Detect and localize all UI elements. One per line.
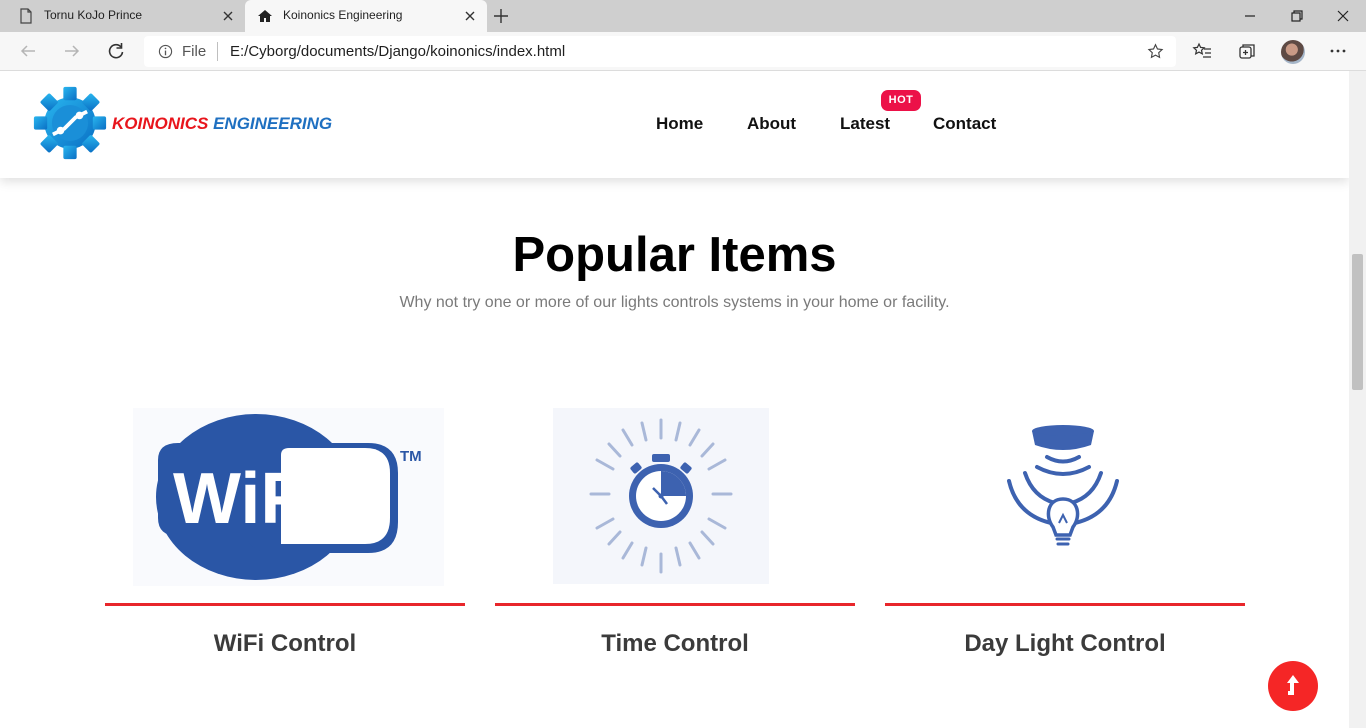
card-divider xyxy=(885,603,1245,606)
card-divider xyxy=(105,603,465,606)
scrollbar-thumb[interactable] xyxy=(1352,254,1363,390)
tab-tornu-kojo[interactable]: Tornu KoJo Prince xyxy=(0,0,245,32)
hot-badge: HOT xyxy=(881,90,921,111)
address-bar[interactable]: File E:/Cyborg/documents/Django/koinonic… xyxy=(144,36,1176,67)
forward-icon[interactable] xyxy=(62,41,82,61)
minimize-icon[interactable] xyxy=(1240,6,1260,26)
site-logo-text[interactable]: KOINONICS ENGINEERING xyxy=(112,114,332,134)
home-icon xyxy=(258,10,272,22)
arrow-up-icon xyxy=(1287,675,1299,695)
gear-logo-icon[interactable] xyxy=(32,85,108,161)
site-header: KOINONICS ENGINEERING Home About Latest … xyxy=(0,71,1349,178)
daylight-sensor-image xyxy=(983,411,1143,581)
logo-text-part2: ENGINEERING xyxy=(213,114,333,133)
refresh-icon[interactable] xyxy=(106,41,126,61)
card-title-wifi: WiFi Control xyxy=(213,630,357,657)
url-text[interactable]: E:/Cyborg/documents/Django/koinonics/ind… xyxy=(230,43,565,60)
profile-avatar[interactable] xyxy=(1281,40,1305,64)
page-icon xyxy=(20,8,32,24)
wifi-image: WiFi TM xyxy=(133,408,444,586)
section-subtitle: Why not try one or more of our lights co… xyxy=(399,294,950,311)
more-icon[interactable] xyxy=(1328,41,1348,61)
address-divider xyxy=(217,42,218,61)
tab-title: Koinonics Engineering xyxy=(283,8,403,22)
page-scrollbar[interactable] xyxy=(1349,71,1366,728)
logo-text-part1: KOINONICS xyxy=(112,114,209,133)
trademark-mark: TM xyxy=(400,448,422,465)
nav-latest[interactable]: Latest xyxy=(840,114,890,134)
card-title-daylight: Day Light Control xyxy=(964,630,1166,657)
restore-icon[interactable] xyxy=(1287,6,1307,26)
new-tab-icon[interactable] xyxy=(492,7,510,25)
info-icon[interactable] xyxy=(158,44,173,59)
stopwatch-image xyxy=(553,408,769,584)
tab-title: Tornu KoJo Prince xyxy=(44,8,143,22)
close-tab-icon[interactable] xyxy=(463,9,477,23)
nav-home[interactable]: Home xyxy=(656,114,703,134)
collections-icon[interactable] xyxy=(1237,41,1257,61)
card-title-time: Time Control xyxy=(601,630,749,657)
card-divider xyxy=(495,603,855,606)
tab-strip: Tornu KoJo Prince Koinonics Engineering xyxy=(0,0,1366,32)
add-favorite-star-icon[interactable] xyxy=(1147,43,1164,60)
back-icon[interactable] xyxy=(18,41,38,61)
wifi-logo-text: WiFi xyxy=(173,459,324,539)
close-window-icon[interactable] xyxy=(1333,6,1353,26)
web-page: KOINONICS ENGINEERING Home About Latest … xyxy=(0,71,1349,728)
nav-contact[interactable]: Contact xyxy=(933,114,996,134)
back-to-top-button[interactable] xyxy=(1268,661,1318,711)
close-tab-icon[interactable] xyxy=(221,9,235,23)
section-title: Popular Items xyxy=(512,228,837,282)
nav-about[interactable]: About xyxy=(747,114,796,134)
tab-koinonics[interactable]: Koinonics Engineering xyxy=(245,0,487,32)
favorites-icon[interactable] xyxy=(1192,41,1212,61)
scheme-label: File xyxy=(182,43,207,60)
